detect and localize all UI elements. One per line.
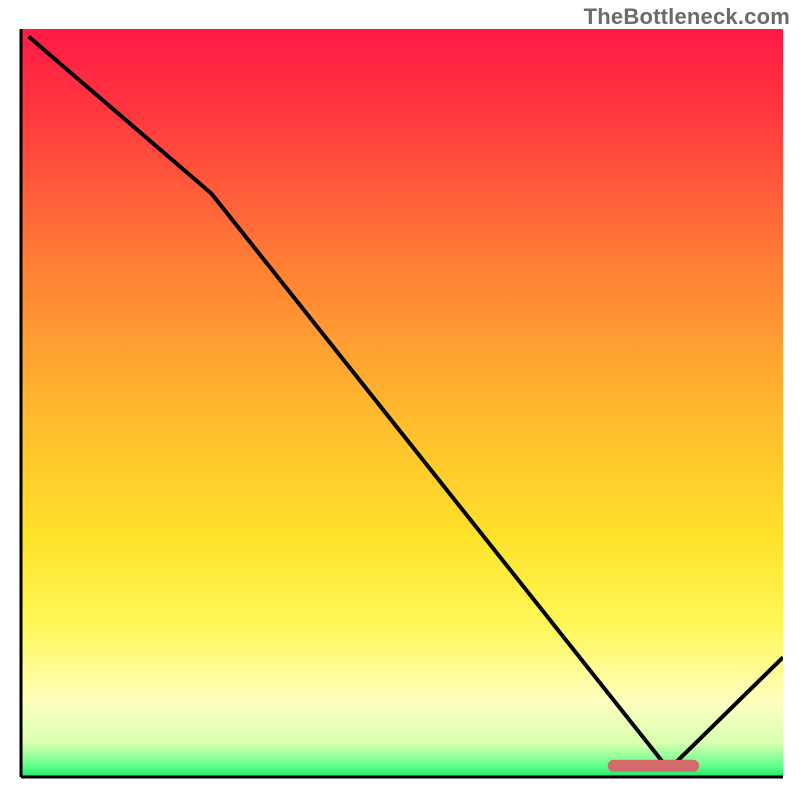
bottleneck-chart [0, 0, 800, 800]
gradient-background [21, 29, 783, 777]
watermark-text: TheBottleneck.com [584, 4, 790, 30]
optimal-range-marker [608, 760, 699, 772]
chart-container: TheBottleneck.com [0, 0, 800, 800]
